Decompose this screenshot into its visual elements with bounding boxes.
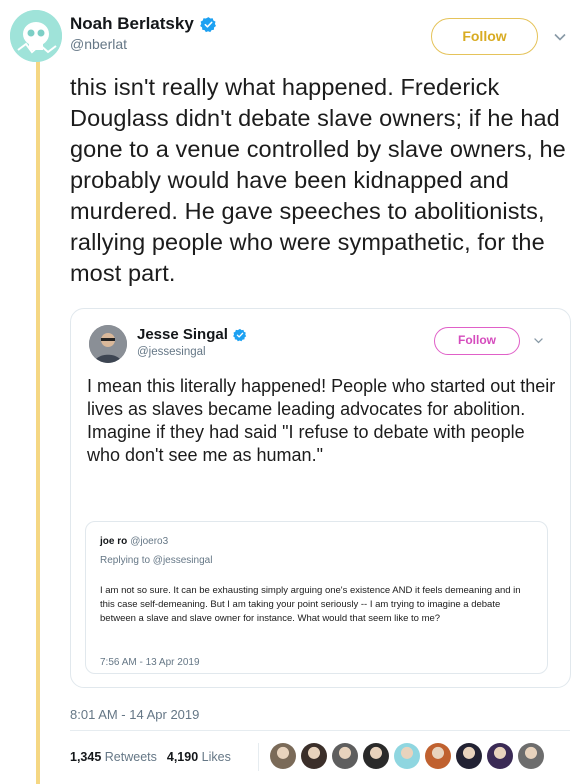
person-avatar-icon	[89, 325, 127, 363]
tweet-timestamp[interactable]: 8:01 AM - 14 Apr 2019	[70, 707, 199, 722]
retweets-count: 1,345	[70, 750, 102, 764]
liker-avatar-icon[interactable]	[332, 743, 358, 769]
likes-stat[interactable]: 4,190 Likes	[167, 750, 231, 764]
stats-separator	[258, 743, 259, 771]
verified-badge-icon	[233, 328, 247, 341]
likes-count: 4,190	[166, 750, 199, 764]
likers-avatars	[270, 743, 544, 769]
author-avatar[interactable]	[10, 10, 62, 62]
author-name[interactable]: Noah Berlatsky	[70, 14, 194, 34]
retweets-label: Retweets	[104, 750, 157, 764]
skull-avatar-icon	[10, 10, 62, 62]
replying-to-label: Replying to @jessesingal	[100, 555, 213, 566]
quoted-author-avatar[interactable]	[89, 325, 127, 363]
liker-avatar-icon[interactable]	[518, 743, 544, 769]
liker-avatar-icon[interactable]	[270, 743, 296, 769]
nested-tweet-text: I am not so sure. It can be exhausting s…	[100, 585, 521, 624]
author-name-row: Noah Berlatsky	[70, 14, 217, 34]
nested-author-handle[interactable]: @joero3	[130, 536, 168, 547]
tweet-text: this isn't really what happened. Frederi…	[70, 74, 566, 286]
nested-tweet-timestamp[interactable]: 7:56 AM - 13 Apr 2019	[100, 657, 200, 668]
follow-button[interactable]: Follow	[431, 18, 538, 55]
liker-avatar-icon[interactable]	[301, 743, 327, 769]
quoted-author-handle[interactable]: @jessesingal	[137, 346, 206, 358]
quoted-follow-button[interactable]: Follow	[434, 327, 520, 355]
likes-label: Likes	[201, 750, 231, 764]
quoted-author-name[interactable]: Jesse Singal	[137, 326, 228, 343]
author-handle[interactable]: @nberlat	[70, 36, 127, 52]
liker-avatar-icon[interactable]	[394, 743, 420, 769]
liker-avatar-icon[interactable]	[456, 743, 482, 769]
quoted-author-name-row: Jesse Singal	[137, 326, 247, 343]
tweet-stats: 1,345 Retweets 4,190 Likes	[70, 750, 231, 764]
liker-avatar-icon[interactable]	[363, 743, 389, 769]
nested-author-row: joe ro @joero3	[100, 536, 168, 547]
thread-line	[36, 60, 40, 784]
chevron-down-icon[interactable]	[533, 335, 544, 346]
nested-quoted-tweet[interactable]: joe ro @joero3 Replying to @jessesingal I…	[85, 521, 548, 674]
retweets-stat[interactable]: 1,345 Retweets	[70, 750, 157, 764]
nested-author-name[interactable]: joe ro	[100, 536, 127, 547]
verified-badge-icon	[199, 16, 216, 32]
liker-avatar-icon[interactable]	[487, 743, 513, 769]
quoted-tweet[interactable]: Jesse Singal @jessesingal Follow I mean …	[70, 308, 571, 688]
quoted-tweet-text: I mean this literally happened! People w…	[87, 376, 556, 465]
divider	[70, 730, 570, 731]
liker-avatar-icon[interactable]	[425, 743, 451, 769]
chevron-down-icon[interactable]	[553, 30, 567, 44]
